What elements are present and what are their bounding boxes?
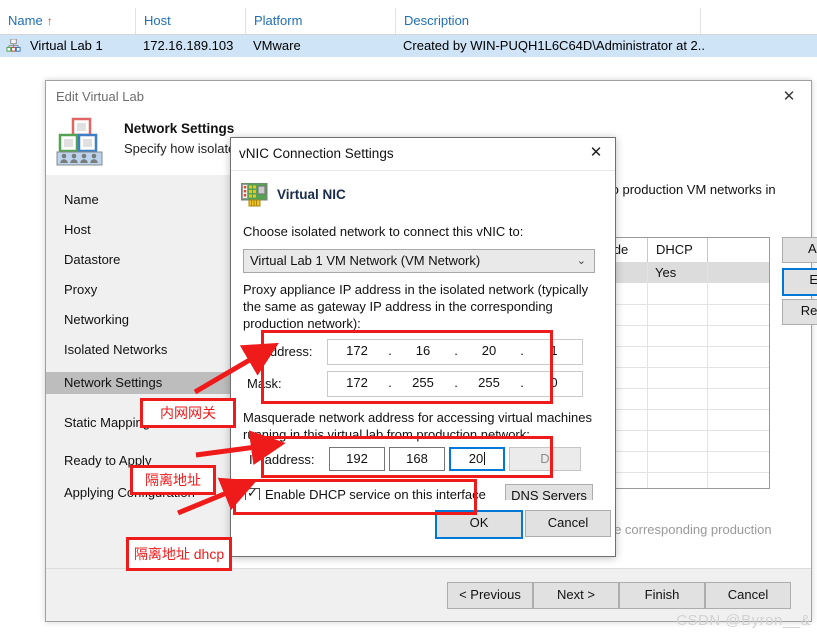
column-header-host[interactable]: Host [135, 8, 245, 34]
isolated-network-select-value: Virtual Lab 1 VM Network (VM Network) [250, 253, 481, 268]
sidebar-item-isolated-networks[interactable]: Isolated Networks [46, 339, 231, 361]
nt-column-dhcp: DHCP [647, 238, 707, 262]
vnic-connection-settings-dialog: vNIC Connection Settings ✕ Virtual NIC C… [230, 137, 616, 557]
screen-root: Name ↑ Host Platform Description Virtual … [0, 0, 817, 633]
masquerade-description: Masquerade network address for accessing… [243, 410, 593, 442]
ip-octet-2[interactable]: 16 [394, 340, 452, 364]
network-settings-icon [56, 117, 103, 166]
previous-button[interactable]: < Previous [447, 582, 533, 609]
choose-network-label: Choose isolated network to connect this … [243, 224, 524, 239]
close-icon[interactable]: ✕ [773, 86, 805, 108]
row-cell-host: 172.16.189.103 [143, 38, 234, 53]
cancel-button[interactable]: Cancel [705, 582, 791, 609]
edit-button[interactable]: Edit... [782, 268, 817, 296]
ip-octet-1[interactable]: 172 [328, 340, 386, 364]
masquerade-octet-3-value: 20 [468, 451, 484, 466]
masquerade-octet-4: D [509, 447, 581, 471]
ip-address-input[interactable]: 172 . 16 . 20 . 1 [327, 339, 583, 365]
ip-octet-3[interactable]: 20 [460, 340, 518, 364]
watermark: CSDN @Byron__& [676, 612, 811, 629]
ip-octet-4[interactable]: 1 [526, 340, 582, 364]
sidebar-item-datastore[interactable]: Datastore [46, 249, 231, 271]
masquerade-ip-label: IP address: [249, 452, 315, 467]
mask-octet-2[interactable]: 255 [394, 372, 452, 396]
virtual-lab-listview: Name ↑ Host Platform Description Virtual … [0, 0, 817, 60]
mask-label: Mask: [247, 376, 282, 391]
row-cell-name: Virtual Lab 1 [30, 38, 103, 53]
ip-address-label: IP address: [247, 344, 313, 359]
nt-grid-line [647, 262, 648, 488]
listview-header: Name ↑ Host Platform Description [0, 8, 817, 35]
nt-grid-line [707, 262, 708, 488]
sidebar-item-network-settings[interactable]: Network Settings [46, 372, 231, 394]
sidebar-item-networking[interactable]: Networking [46, 309, 231, 331]
annotation-label-isolated-address-dhcp: 隔离地址 dhcp [126, 537, 232, 571]
wizard-title: Edit Virtual Lab [56, 89, 144, 104]
virtual-nic-label: Virtual NIC [277, 187, 346, 202]
add-button[interactable]: Add... [782, 237, 817, 263]
wizard-titlebar: Edit Virtual Lab ✕ [46, 81, 811, 113]
masquerade-octet-1[interactable]: 192 [329, 447, 385, 471]
nt-column-spacer [707, 238, 769, 262]
column-header-description[interactable]: Description [395, 8, 700, 34]
annotation-label-isolated-address: 隔离地址 [130, 465, 216, 495]
modal-body: Virtual NIC Choose isolated network to c… [231, 170, 615, 510]
row-cell-platform: VMware [253, 38, 301, 53]
column-header-name[interactable]: Name ↑ [0, 8, 135, 34]
sidebar-item-host[interactable]: Host [46, 219, 231, 241]
mask-separator: . [454, 375, 458, 390]
ip-separator: . [520, 343, 524, 358]
modal-title: vNIC Connection Settings [239, 146, 394, 161]
ip-separator: . [388, 343, 392, 358]
virtual-lab-icon [6, 39, 21, 52]
mask-separator: . [388, 375, 392, 390]
nt-cell-dhcp: Yes [655, 265, 677, 280]
mask-octet-3[interactable]: 255 [460, 372, 518, 396]
close-icon[interactable]: ✕ [581, 142, 611, 164]
wizard-sidebar: Name Host Datastore Proxy Networking Iso… [46, 175, 232, 569]
column-header-platform[interactable]: Platform [245, 8, 395, 34]
chevron-down-icon: ⌄ [576, 255, 586, 267]
masquerade-octet-3[interactable]: 20 [449, 447, 505, 471]
remove-button[interactable]: Remove [782, 299, 817, 325]
text-caret [484, 452, 486, 465]
mask-separator: . [520, 375, 524, 390]
virtual-nic-icon [241, 183, 268, 207]
column-header-spacer [700, 8, 817, 34]
ip-separator: . [454, 343, 458, 358]
mask-input[interactable]: 172 . 255 . 255 . 0 [327, 371, 583, 397]
finish-button[interactable]: Finish [619, 582, 705, 609]
column-header-name-label: Name [8, 13, 43, 28]
mask-octet-1[interactable]: 172 [328, 372, 386, 396]
wizard-header-title: Network Settings [124, 121, 235, 136]
sort-ascending-icon: ↑ [46, 14, 53, 28]
proxy-appliance-description: Proxy appliance IP address in the isolat… [243, 282, 589, 331]
masquerade-octet-2[interactable]: 168 [389, 447, 445, 471]
isolated-network-select[interactable]: Virtual Lab 1 VM Network (VM Network) ⌄ [243, 249, 595, 273]
modal-titlebar: vNIC Connection Settings ✕ [231, 138, 615, 170]
modal-cancel-button[interactable]: Cancel [525, 510, 611, 537]
modal-footer: OK Cancel [231, 500, 615, 556]
next-button[interactable]: Next > [533, 582, 619, 609]
sidebar-item-name[interactable]: Name [46, 189, 231, 211]
table-row[interactable]: Virtual Lab 1 172.16.189.103 VMware Crea… [0, 35, 817, 57]
annotation-label-intranet-gateway: 内网网关 [140, 398, 236, 428]
ok-button[interactable]: OK [435, 510, 523, 539]
row-cell-description: Created by WIN-PUQH1L6C64D\Administrator… [403, 38, 705, 53]
mask-octet-4[interactable]: 0 [526, 372, 582, 396]
sidebar-item-proxy[interactable]: Proxy [46, 279, 231, 301]
